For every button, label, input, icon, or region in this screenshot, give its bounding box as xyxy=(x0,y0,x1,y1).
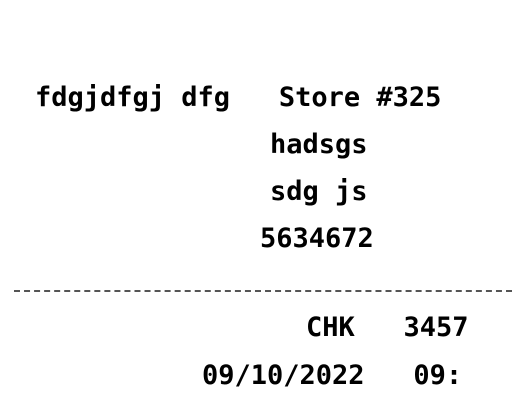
address-line-1: hadsgs xyxy=(270,129,368,160)
phone-number: 5634672 xyxy=(260,223,374,254)
date-time-line: 09/10/2022 09: xyxy=(202,360,463,391)
check-number-line: CHK 3457 xyxy=(306,312,469,343)
store-header-line: fdgjdfgj dfg Store #325 xyxy=(35,82,442,113)
dashed-divider xyxy=(14,290,512,292)
receipt: fdgjdfgj dfg Store #325 hadsgs sdg js 56… xyxy=(0,0,512,400)
address-line-2: sdg js xyxy=(270,176,368,207)
